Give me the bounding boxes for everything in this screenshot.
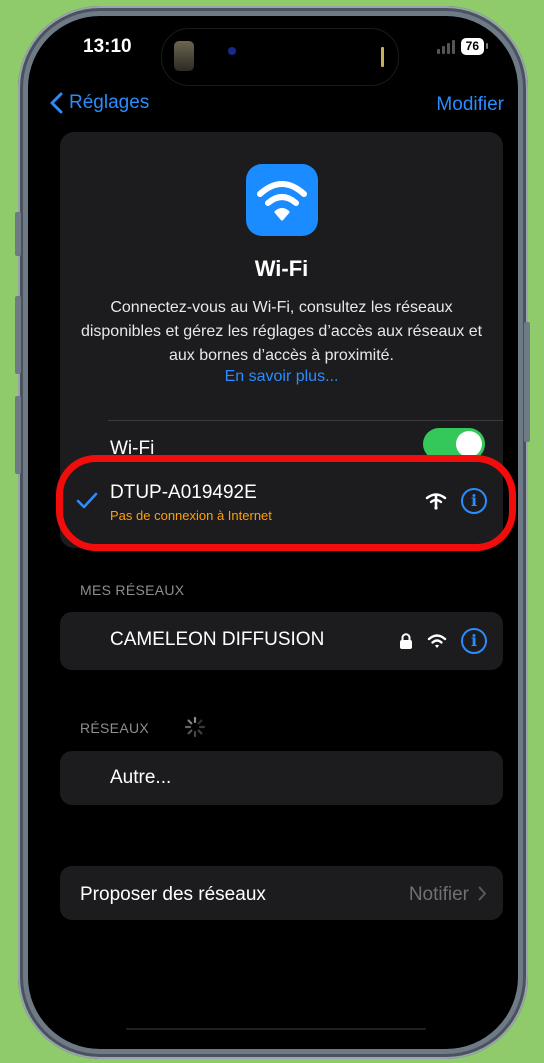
wifi-app-icon — [246, 164, 318, 236]
wifi-description: Connectez-vous au Wi-Fi, consultez les r… — [80, 299, 483, 364]
audio-bars-icon — [381, 47, 384, 67]
dynamic-island — [161, 28, 399, 86]
edit-button[interactable]: Modifier — [436, 94, 504, 116]
now-playing-thumbnail — [174, 41, 194, 71]
propose-networks-label: Proposer des réseaux — [80, 884, 266, 905]
propose-networks-value: Notifier — [408, 884, 469, 905]
wifi-icon — [427, 634, 447, 648]
page-title: Wi-Fi — [254, 256, 309, 281]
volume-up-button — [15, 296, 21, 374]
networks-header-label: RÉSEAUX — [80, 720, 150, 736]
chevron-right-icon — [478, 886, 486, 901]
my-network-row[interactable]: CAMELEON DIFFUSION i — [60, 612, 503, 670]
phone-screen: 13:10 76 Réglages Modifier Wi-Fi Connect… — [28, 16, 518, 1049]
networks-header: RÉSEAUX — [80, 716, 206, 738]
my-network-name: CAMELEON DIFFUSION — [110, 629, 325, 650]
action-button — [15, 212, 21, 256]
wifi-icon — [257, 181, 307, 221]
wifi-no-internet-icon — [425, 493, 447, 510]
learn-more-link[interactable]: En savoir plus... — [60, 368, 503, 386]
loading-spinner-icon — [184, 716, 206, 738]
connected-network-row[interactable]: DTUP-A019492E Pas de connexion à Interne… — [60, 468, 503, 540]
lock-icon — [400, 633, 412, 649]
power-button — [524, 322, 530, 442]
checkmark-icon — [76, 492, 98, 509]
camera-dot — [228, 47, 236, 55]
connected-network-name: DTUP-A019492E — [110, 482, 257, 503]
status-time: 13:10 — [83, 36, 132, 57]
back-button[interactable]: Réglages — [50, 92, 149, 114]
other-network-row[interactable]: Autre... — [60, 751, 503, 805]
volume-down-button — [15, 396, 21, 474]
back-label: Réglages — [69, 92, 150, 113]
other-network-label: Autre... — [110, 767, 172, 788]
info-icon[interactable]: i — [461, 488, 487, 514]
home-indicator — [126, 1028, 426, 1030]
toggle-knob — [456, 431, 482, 457]
my-network-icons: i — [399, 628, 487, 654]
wifi-toggle-label: Wi-Fi — [110, 438, 155, 459]
connection-status: Pas de connexion à Internet — [110, 508, 272, 523]
my-networks-header: MES RÉSEAUX — [80, 582, 185, 598]
status-indicators: 76 — [436, 38, 489, 55]
divider — [108, 420, 503, 421]
connected-network-icons: i — [425, 488, 487, 514]
chevron-left-icon — [50, 92, 63, 114]
wifi-toggle[interactable] — [423, 428, 485, 460]
propose-networks-row[interactable]: Proposer des réseaux Notifier — [60, 866, 503, 920]
battery-indicator: 76 — [460, 38, 489, 55]
cellular-signal-icon — [436, 39, 455, 54]
info-icon[interactable]: i — [461, 628, 487, 654]
